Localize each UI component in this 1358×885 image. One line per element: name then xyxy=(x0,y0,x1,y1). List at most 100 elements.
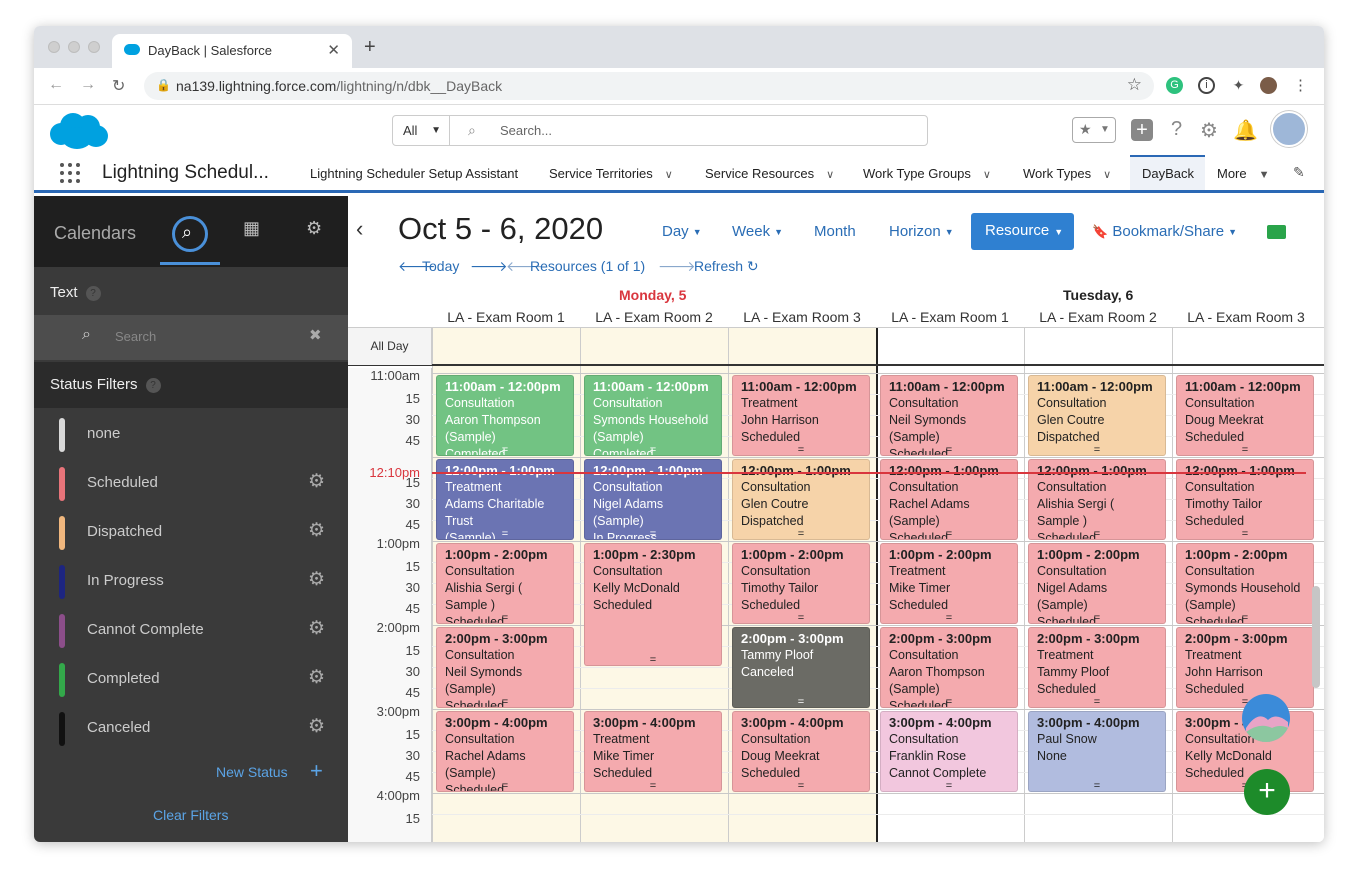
nav-item-2[interactable]: Service Resources ∨ xyxy=(705,166,834,181)
resize-handle-icon[interactable]: = xyxy=(1177,442,1313,455)
search-tab-icon[interactable]: ⌕ xyxy=(172,216,208,252)
reload-icon[interactable]: ↻ xyxy=(112,76,125,96)
new-status-link[interactable]: New Status xyxy=(216,764,288,780)
event-card[interactable]: 2:00pm - 3:00pm Consultation Aaron Thompso… xyxy=(880,627,1018,708)
status-gear-icon[interactable]: ⚙ xyxy=(308,666,325,689)
resize-handle-icon[interactable]: = xyxy=(733,694,869,707)
bookmark-star-icon[interactable]: ☆ xyxy=(1127,75,1142,95)
calendar-icon[interactable]: ▦ xyxy=(243,218,260,239)
resources-pager[interactable]: Resources (1 of 1) xyxy=(530,258,645,274)
browser-tab[interactable]: DayBack | Salesforce ✕ xyxy=(112,34,352,68)
chevron-down-icon[interactable]: ∨ xyxy=(826,169,834,181)
help-icon[interactable]: ? xyxy=(1171,118,1182,141)
event-card[interactable]: 1:00pm - 2:00pm Consultation Symonds House… xyxy=(1176,543,1314,624)
refresh-button[interactable]: Refresh ↻ xyxy=(694,258,759,275)
resource-header[interactable]: LA - Exam Room 3 xyxy=(728,309,876,325)
add-status-plus-icon[interactable]: + xyxy=(310,758,323,784)
view-resource-button[interactable]: Resource ▼ xyxy=(971,213,1074,250)
edit-nav-pencil-icon[interactable]: ✎ xyxy=(1293,164,1305,181)
global-create-icon[interactable]: + xyxy=(1131,119,1153,141)
event-card[interactable]: 3:00pm - 4:00pm Consultation Doug Meekrat S… xyxy=(732,711,870,792)
close-window-dot[interactable] xyxy=(48,41,60,53)
status-filter-row[interactable]: Scheduled ⚙ xyxy=(34,459,348,508)
resize-handle-icon[interactable]: = xyxy=(585,442,721,455)
calendar-scrollbar[interactable] xyxy=(1312,586,1320,688)
event-card[interactable]: 2:00pm - 3:00pm Consultation Neil Symonds(… xyxy=(436,627,574,708)
status-gear-icon[interactable]: ⚙ xyxy=(308,470,325,493)
event-card[interactable]: 2:00pm - 3:00pm Treatment John Harrison Sch… xyxy=(1176,627,1314,708)
resource-header[interactable]: LA - Exam Room 1 xyxy=(876,309,1024,325)
grammarly-extension-icon[interactable]: G xyxy=(1166,77,1183,94)
status-gear-icon[interactable]: ⚙ xyxy=(308,519,325,542)
next-day-arrow-icon[interactable]: 🡒 xyxy=(470,258,508,275)
maximize-window-dot[interactable] xyxy=(88,41,100,53)
new-tab-icon[interactable]: + xyxy=(364,36,376,59)
resize-handle-icon[interactable]: = xyxy=(437,610,573,623)
event-card[interactable]: 3:00pm - 4:00pm Treatment Mike Timer Schedu… xyxy=(584,711,722,792)
status-filter-row[interactable]: Cannot Complete ⚙ xyxy=(34,606,348,655)
previous-chevron-icon[interactable]: ‹ xyxy=(356,216,363,242)
event-card[interactable]: 2:00pm - 3:00pm Treatment Tammy Ploof Sched… xyxy=(1028,627,1166,708)
event-card[interactable]: 11:00am - 12:00pm Consultation Neil Symond… xyxy=(880,375,1018,456)
sidebar-title[interactable]: Calendars xyxy=(54,223,136,244)
setup-gear-icon[interactable]: ⚙ xyxy=(1200,118,1218,143)
event-card[interactable]: 1:00pm - 2:00pm Consultation Nigel Adams (… xyxy=(1028,543,1166,624)
resize-handle-icon[interactable]: = xyxy=(437,694,573,707)
event-card[interactable]: 1:00pm - 2:30pm Consultation Kelly McDonal… xyxy=(584,543,722,666)
sidebar-search-input[interactable]: ⌕ Search ✖ xyxy=(34,315,348,360)
resource-header[interactable]: LA - Exam Room 2 xyxy=(580,309,728,325)
today-button[interactable]: Today xyxy=(422,258,459,274)
browser-menu-icon[interactable]: ⋮ xyxy=(1292,77,1309,94)
next-resources-arrow-icon[interactable]: 🡒 xyxy=(658,258,696,275)
notifications-bell-icon[interactable]: 🔔 xyxy=(1233,118,1258,143)
chevron-down-icon[interactable]: ∨ xyxy=(665,169,673,181)
resource-header[interactable]: LA - Exam Room 3 xyxy=(1172,309,1320,325)
event-card[interactable]: 3:00pm - 4:00pm Consultation Franklin Rose… xyxy=(880,711,1018,792)
event-card[interactable]: 11:00am - 12:00pm Consultation Doug Meekra… xyxy=(1176,375,1314,456)
profile-avatar-icon[interactable] xyxy=(1260,77,1277,94)
resize-handle-icon[interactable]: = xyxy=(881,778,1017,791)
view-month-button[interactable]: Month xyxy=(814,223,856,240)
global-search-input[interactable]: ⌕ Search... xyxy=(449,115,928,146)
event-card[interactable]: 11:00am - 12:00pm Treatment John Harrison S… xyxy=(732,375,870,456)
dayback-launcher-icon[interactable] xyxy=(1242,694,1290,742)
resize-handle-icon[interactable]: = xyxy=(1177,610,1313,623)
resize-handle-icon[interactable]: = xyxy=(437,526,573,539)
nav-item-0[interactable]: Lightning Scheduler Setup Assistant xyxy=(310,166,518,181)
resize-handle-icon[interactable]: = xyxy=(585,526,721,539)
status-filter-row[interactable]: Canceled ⚙ xyxy=(34,704,348,753)
event-card[interactable]: 3:00pm - 4:00pm Consultation Rachel Adams(… xyxy=(436,711,574,792)
bookmark-share-button[interactable]: 🔖 Bookmark/Share ▼ xyxy=(1092,223,1237,240)
status-filter-row[interactable]: Completed ⚙ xyxy=(34,655,348,704)
resize-handle-icon[interactable]: = xyxy=(733,610,869,623)
salesforce-logo-icon[interactable] xyxy=(50,111,108,149)
status-filter-row[interactable]: In Progress ⚙ xyxy=(34,557,348,606)
view-horizon-button[interactable]: Horizon ▼ xyxy=(889,223,954,240)
resize-handle-icon[interactable]: = xyxy=(1177,526,1313,539)
event-card[interactable]: 11:00am - 12:00pm Consultation Glen Coutre… xyxy=(1028,375,1166,456)
resize-handle-icon[interactable]: = xyxy=(881,526,1017,539)
resize-handle-icon[interactable]: = xyxy=(1029,526,1165,539)
resize-handle-icon[interactable]: = xyxy=(881,694,1017,707)
puzzle-extensions-icon[interactable]: ✦ xyxy=(1230,77,1247,94)
back-arrow-icon[interactable]: ← xyxy=(48,76,64,94)
nav-item-6[interactable]: More ▼ xyxy=(1217,166,1270,181)
nav-item-4[interactable]: Work Types ∨ xyxy=(1023,166,1111,181)
resource-header[interactable]: LA - Exam Room 2 xyxy=(1024,309,1172,325)
event-card[interactable]: 3:00pm - 4:00pm Paul Snow None = xyxy=(1028,711,1166,792)
resize-handle-icon[interactable]: = xyxy=(733,778,869,791)
event-card[interactable]: 1:00pm - 2:00pm Consultation Timothy Tailo… xyxy=(732,543,870,624)
resize-handle-icon[interactable]: = xyxy=(585,778,721,791)
event-card[interactable]: 1:00pm - 2:00pm Consultation Alishia Sergi… xyxy=(436,543,574,624)
chevron-down-icon[interactable]: ∨ xyxy=(1103,169,1111,181)
settings-gear-icon[interactable]: ⚙ xyxy=(306,218,322,239)
chevron-down-icon[interactable]: ▼ xyxy=(1259,169,1270,181)
search-scope-select[interactable]: All ▼ xyxy=(392,115,450,146)
resize-handle-icon[interactable]: = xyxy=(733,442,869,455)
resize-handle-icon[interactable]: = xyxy=(1029,778,1165,791)
email-icon[interactable] xyxy=(1267,225,1286,239)
status-gear-icon[interactable]: ⚙ xyxy=(308,617,325,640)
status-gear-icon[interactable]: ⚙ xyxy=(308,715,325,738)
event-card[interactable]: 1:00pm - 2:00pm Treatment Mike Timer Schedu… xyxy=(880,543,1018,624)
nav-item-1[interactable]: Service Territories ∨ xyxy=(549,166,673,181)
